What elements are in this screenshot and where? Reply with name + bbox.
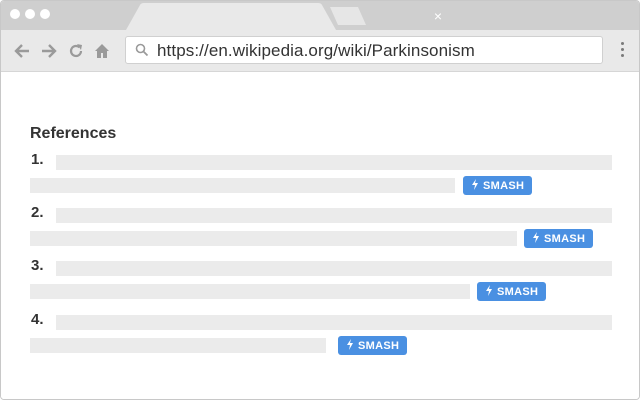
reference-number: 3. — [31, 257, 44, 274]
lightning-icon — [472, 179, 478, 190]
back-arrow-icon[interactable] — [13, 42, 31, 60]
smash-button[interactable]: SMASH — [463, 176, 533, 195]
browser-window: × https://en.wikipedia.org/wiki/Parkinso… — [0, 0, 640, 400]
browser-toolbar: https://en.wikipedia.org/wiki/Parkinsoni… — [1, 30, 639, 72]
menu-kebab-icon[interactable] — [619, 42, 625, 60]
references-heading: References — [30, 125, 117, 142]
reference-item: 1. SMASH — [1, 151, 639, 195]
smash-button-label: SMASH — [497, 286, 539, 298]
reference-number: 2. — [31, 204, 44, 221]
smash-button[interactable]: SMASH — [477, 282, 547, 301]
address-url[interactable]: https://en.wikipedia.org/wiki/Parkinsoni… — [157, 41, 475, 61]
tab-strip: × — [1, 1, 639, 30]
search-icon — [135, 43, 149, 57]
forward-arrow-icon[interactable] — [40, 42, 58, 60]
reference-text-placeholder — [30, 231, 517, 246]
page-content: References 1. SMASH 2. SMASH 3. SMASH 4.… — [1, 72, 639, 399]
home-icon[interactable] — [93, 42, 111, 60]
reference-text-placeholder — [56, 208, 612, 223]
window-minimize-dot[interactable] — [25, 9, 35, 19]
lightning-icon — [347, 339, 353, 350]
smash-button-label: SMASH — [483, 180, 525, 192]
reference-number: 4. — [31, 311, 44, 328]
active-tab[interactable]: × — [126, 3, 442, 30]
tab-close-icon[interactable]: × — [430, 8, 446, 24]
window-close-dot[interactable] — [10, 9, 20, 19]
reference-text-placeholder — [56, 155, 612, 170]
address-bar[interactable]: https://en.wikipedia.org/wiki/Parkinsoni… — [125, 36, 603, 64]
reference-text-placeholder — [30, 178, 455, 193]
smash-button-label: SMASH — [544, 233, 586, 245]
reference-text-placeholder — [56, 315, 612, 330]
reference-item: 2. SMASH — [1, 204, 639, 248]
new-tab-button[interactable] — [328, 7, 368, 25]
reference-text-placeholder — [30, 284, 470, 299]
reference-item: 4. SMASH — [1, 311, 639, 355]
reference-text-placeholder — [56, 261, 612, 276]
reference-text-placeholder — [30, 338, 326, 353]
reload-icon[interactable] — [67, 42, 85, 60]
lightning-icon — [486, 285, 492, 296]
reference-item: 3. SMASH — [1, 257, 639, 301]
smash-button-label: SMASH — [358, 340, 400, 352]
smash-button[interactable]: SMASH — [524, 229, 594, 248]
reference-number: 1. — [31, 151, 44, 168]
smash-button[interactable]: SMASH — [338, 336, 408, 355]
lightning-icon — [533, 232, 539, 243]
window-zoom-dot[interactable] — [40, 9, 50, 19]
